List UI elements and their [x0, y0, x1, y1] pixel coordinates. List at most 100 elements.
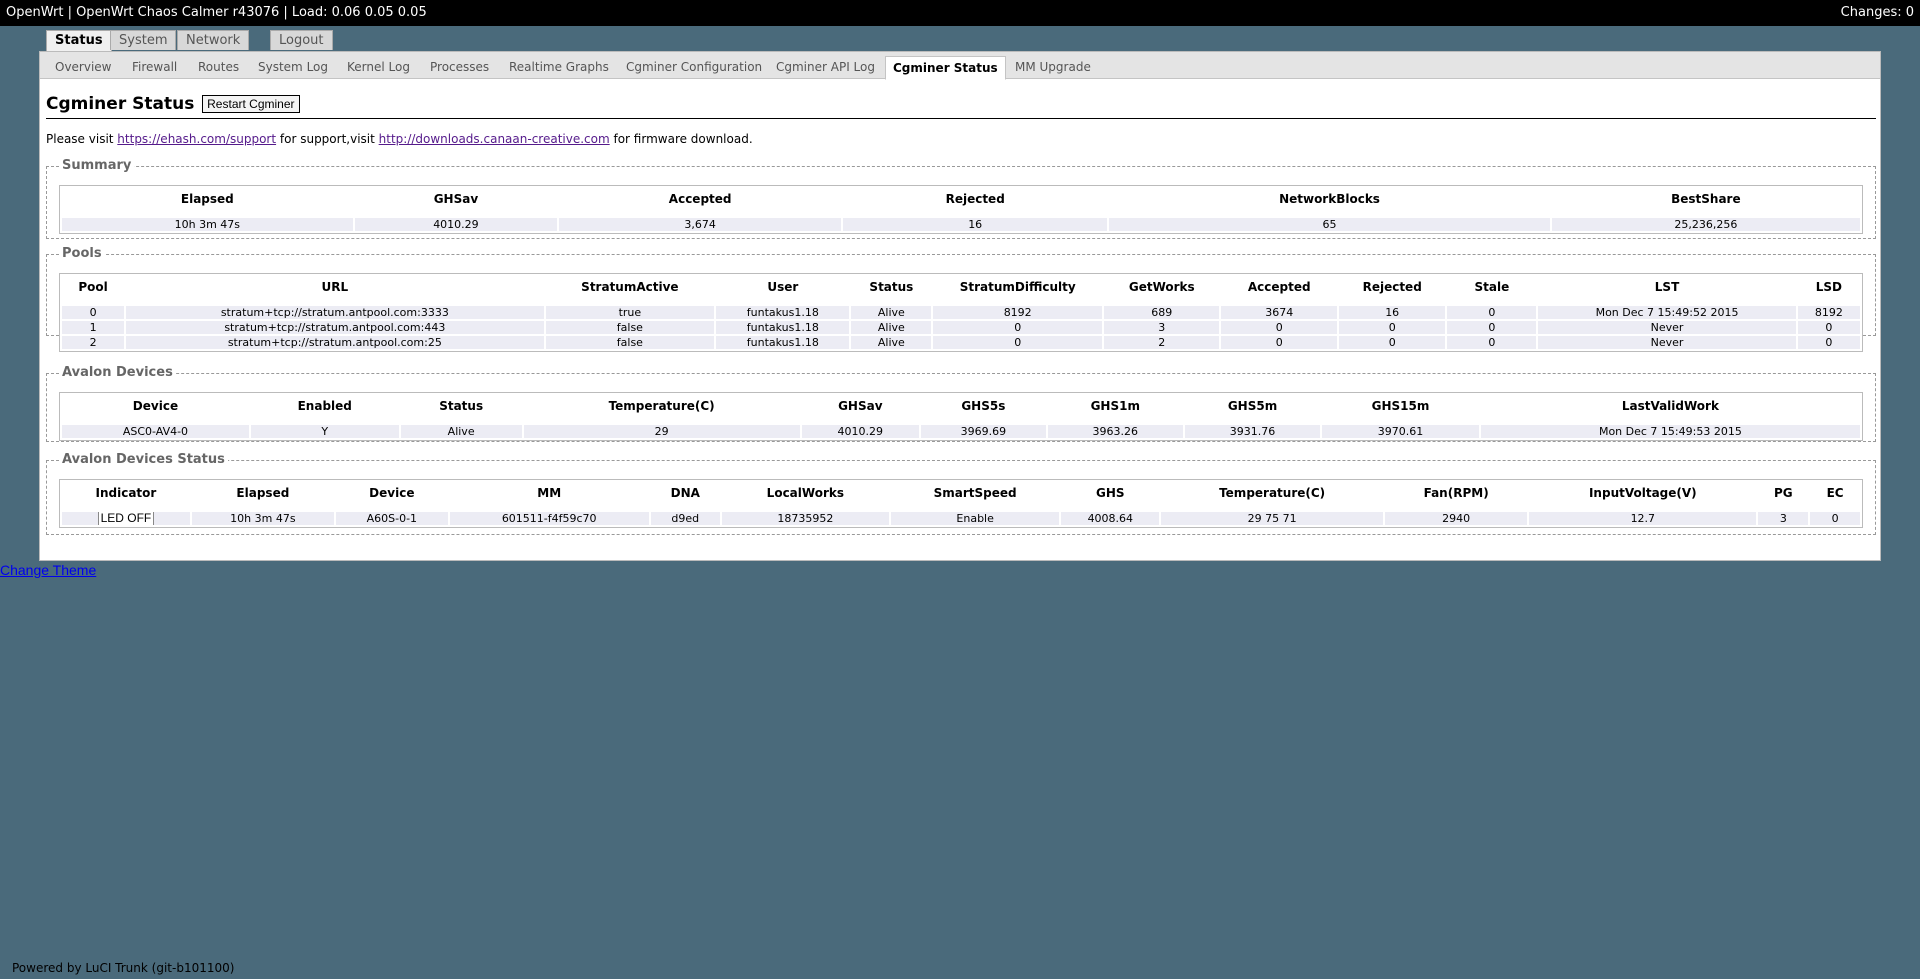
column-header: MM	[537, 486, 562, 500]
table-cell: 689	[1104, 306, 1220, 319]
table-cell: 16	[843, 218, 1108, 231]
summary-section: Summary Elapsed GHSav Accepted Rejected Netw…	[46, 158, 1876, 239]
table-row: ASC0-AV4-0 Y Alive 29 4010.29 3969.69 3963.26 3…	[62, 425, 1860, 438]
table-row: 1 stratum+tcp://stratum.antpool.com:443 fa…	[62, 321, 1860, 334]
subtab-cgminer-api-log[interactable]: Cgminer API Log	[769, 56, 882, 78]
table-row: 2 stratum+tcp://stratum.antpool.com:25 fal…	[62, 336, 1860, 349]
table-cell: stratum+tcp://stratum.antpool.com:3333	[126, 306, 544, 319]
table-cell: 3931.76	[1184, 425, 1321, 438]
top-bar: OpenWrt | OpenWrt Chaos Calmer r43076 | …	[0, 0, 1920, 26]
table-cell: false	[545, 321, 715, 334]
subtab-cgminer-status[interactable]: Cgminer Status	[885, 56, 1006, 80]
table-cell: funtakus1.18	[716, 321, 850, 334]
table-cell: stratum+tcp://stratum.antpool.com:443	[126, 321, 544, 334]
section-legend: Summary	[59, 158, 135, 173]
column-header: URL	[321, 280, 349, 294]
sub-tabs: Overview Firewall Routes System Log Kern…	[40, 52, 1880, 80]
section-legend: Avalon Devices	[59, 365, 176, 380]
table-cell: Alive	[851, 336, 932, 349]
tab-system[interactable]: System	[110, 30, 177, 50]
table-cell: 3970.61	[1322, 425, 1479, 438]
main-content: Overview Firewall Routes System Log Kern…	[39, 51, 1881, 561]
column-header: EC	[1826, 486, 1844, 500]
table-cell: stratum+tcp://stratum.antpool.com:25	[126, 336, 544, 349]
header-row: Pool URL StratumActive User Status StratumDif…	[62, 276, 1860, 298]
table-cell: 3674	[1221, 306, 1337, 319]
led-toggle-button[interactable]: LED OFF	[97, 512, 155, 525]
changes-count[interactable]: Changes: 0	[1841, 0, 1914, 26]
table-cell: 1	[62, 321, 125, 334]
table-cell: d9ed	[650, 512, 720, 525]
spacer-row	[62, 300, 1860, 304]
subtab-cgminer-configuration[interactable]: Cgminer Configuration	[619, 56, 769, 78]
footer: Powered by LuCI Trunk (git-b101100)	[12, 961, 235, 975]
restart-cgminer-button[interactable]: Restart Cgminer	[202, 95, 300, 113]
column-header: GHS5s	[961, 399, 1006, 413]
column-header: DNA	[670, 486, 700, 500]
column-header: Pool	[78, 280, 108, 294]
table-cell: 8192	[1797, 306, 1860, 319]
table-cell: funtakus1.18	[716, 306, 850, 319]
header-row: Device Enabled Status Temperature(C) GHSav GH…	[62, 395, 1860, 417]
table-cell: 0	[1797, 336, 1860, 349]
device-title: OpenWrt | OpenWrt Chaos Calmer r43076 | …	[6, 5, 427, 20]
table-cell: funtakus1.18	[716, 336, 850, 349]
column-header: Rejected	[1362, 280, 1422, 294]
subtab-mm-upgrade[interactable]: MM Upgrade	[1008, 56, 1098, 78]
column-header: Device	[132, 399, 179, 413]
subtab-routes[interactable]: Routes	[191, 56, 246, 78]
tab-status[interactable]: Status	[46, 30, 112, 52]
tab-logout[interactable]: Logout	[270, 30, 333, 50]
column-header: Indicator	[95, 486, 157, 500]
table-cell: 29	[523, 425, 800, 438]
subtab-realtime-graphs[interactable]: Realtime Graphs	[502, 56, 616, 78]
change-theme-link[interactable]: Change Theme	[0, 562, 96, 578]
table-cell: 2940	[1385, 512, 1528, 525]
download-link[interactable]: http://downloads.canaan-creative.com	[379, 132, 610, 146]
table-cell: 0	[1338, 321, 1446, 334]
column-header: GetWorks	[1128, 280, 1195, 294]
pools-section: Pools Pool URL StratumActive User Status Stra…	[46, 246, 1876, 352]
subtab-overview[interactable]: Overview	[48, 56, 119, 78]
table-cell: 10h 3m 47s	[191, 512, 334, 525]
table-row: LED OFF 10h 3m 47s A60S-0-1 601511-f4f59c70…	[62, 512, 1860, 525]
spacer-cell	[62, 212, 1860, 216]
subtab-processes[interactable]: Processes	[423, 56, 496, 78]
support-link[interactable]: https://ehash.com/support	[117, 132, 276, 146]
table-cell: 4010.29	[354, 218, 558, 231]
spacer-cell	[62, 419, 1860, 423]
table-cell: 10h 3m 47s	[62, 218, 353, 231]
subtab-system-log[interactable]: System Log	[251, 56, 335, 78]
devices-status-table: Indicator Elapsed Device MM DNA LocalWorks Sma…	[60, 480, 1862, 527]
table-cell: 0	[1447, 306, 1537, 319]
table-cell: 4010.29	[801, 425, 920, 438]
column-header: Rejected	[945, 192, 1005, 206]
table-cell: 3	[1104, 321, 1220, 334]
table-cell: 0	[62, 306, 125, 319]
column-header: Elapsed	[180, 192, 234, 206]
table-cell: 0	[1447, 336, 1537, 349]
table-cell: Mon Dec 7 15:49:52 2015	[1538, 306, 1796, 319]
devices-status-section: Avalon Devices Status Indicator Elapsed De…	[46, 452, 1876, 535]
table-cell: 0	[933, 321, 1103, 334]
visit-prefix: Please visit	[46, 132, 118, 146]
summary-table: Elapsed GHSav Accepted Rejected NetworkBlock…	[60, 186, 1862, 233]
devices-status-table-wrap: Indicator Elapsed Device MM DNA LocalWorks Sma…	[59, 479, 1863, 528]
column-header: Stale	[1474, 280, 1510, 294]
table-cell: 16	[1338, 306, 1446, 319]
column-header: Accepted	[1247, 280, 1311, 294]
table-cell: 601511-f4f59c70	[449, 512, 649, 525]
column-header: LocalWorks	[766, 486, 844, 500]
table-cell: ASC0-AV4-0	[62, 425, 249, 438]
tab-network[interactable]: Network	[177, 30, 250, 50]
spacer-cell	[62, 506, 1860, 510]
table-cell: 25,236,256	[1551, 218, 1860, 231]
column-header: StratumActive	[581, 280, 679, 294]
devices-table-wrap: Device Enabled Status Temperature(C) GHSav GH…	[59, 392, 1863, 441]
column-header: Status	[869, 280, 914, 294]
subtab-firewall[interactable]: Firewall	[125, 56, 184, 78]
column-header: GHS15m	[1371, 399, 1430, 413]
table-cell: 3	[1758, 512, 1809, 525]
column-header: LST	[1654, 280, 1680, 294]
subtab-kernel-log[interactable]: Kernel Log	[340, 56, 417, 78]
